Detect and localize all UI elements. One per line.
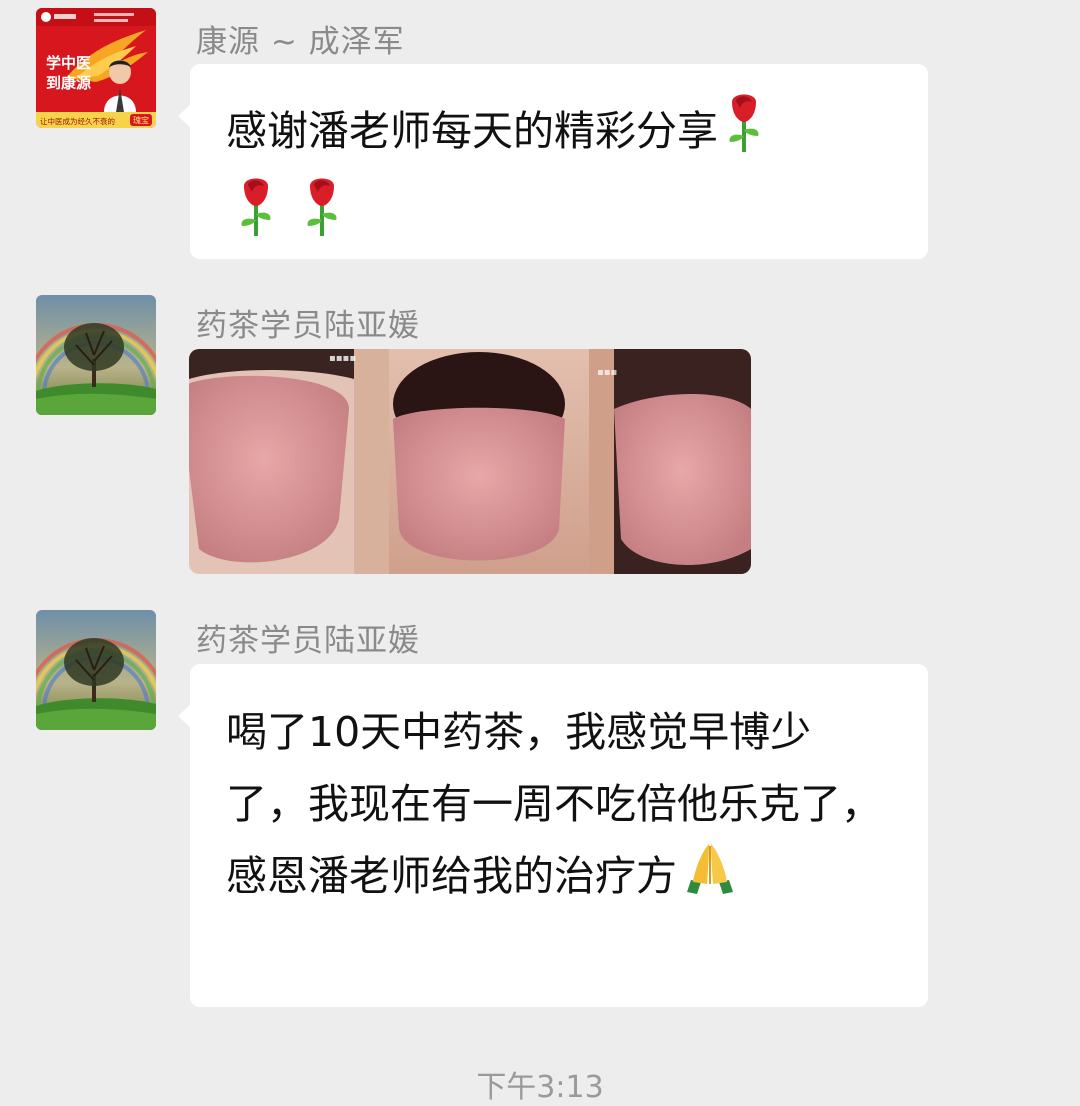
rainbow-tree-avatar[interactable] — [36, 610, 156, 730]
rainbow-tree-icon — [36, 295, 156, 415]
rainbow-tree-icon — [36, 610, 156, 730]
message-text: 喝了10天中药茶，我感觉早博少了，我现在有一周不吃倍他乐克了，感恩潘老师给我的治… — [226, 708, 882, 900]
kangyuan-logo-icon: 学中医 到康源 让中医成为经久不衰的 瑰宝 — [36, 8, 156, 128]
rose-icon — [724, 92, 764, 176]
sender-name: 药茶学员陆亚媛 — [196, 308, 420, 344]
rainbow-tree-avatar[interactable] — [36, 295, 156, 415]
svg-text:▪▪▪: ▪▪▪ — [597, 367, 617, 378]
avatar-bottom-badge: 瑰宝 — [133, 115, 149, 125]
avatar-slogan-1: 学中医 — [46, 54, 91, 72]
message-bubble[interactable]: 喝了10天中药茶，我感觉早博少了，我现在有一周不吃倍他乐克了，感恩潘老师给我的治… — [178, 664, 928, 1007]
rose-icon — [236, 176, 276, 260]
message-bubble[interactable]: 感谢潘老师每天的精彩分享 — [178, 64, 928, 260]
avatar-slogan-2: 到康源 — [46, 74, 91, 92]
tongue-photo-icon: ▪▪▪▪ ▪▪▪ — [189, 349, 751, 574]
kangyuan-logo-avatar[interactable]: 学中医 到康源 让中医成为经久不衰的 瑰宝 — [36, 8, 156, 128]
folded-hands-icon — [681, 840, 739, 918]
sender-name: 药茶学员陆亚媛 — [196, 623, 420, 659]
sender-name: 康源 ~ 成泽军 — [196, 24, 405, 60]
tongue-comparison-photo[interactable]: ▪▪▪▪ ▪▪▪ — [189, 349, 751, 574]
timestamp: 下午3:13 — [476, 1070, 604, 1105]
avatar-bottom-text: 让中医成为经久不衰的 — [40, 116, 115, 126]
message-text: 感谢潘老师每天的精彩分享 — [226, 107, 718, 155]
svg-text:▪▪▪▪: ▪▪▪▪ — [329, 353, 356, 364]
rose-icon — [302, 176, 342, 260]
